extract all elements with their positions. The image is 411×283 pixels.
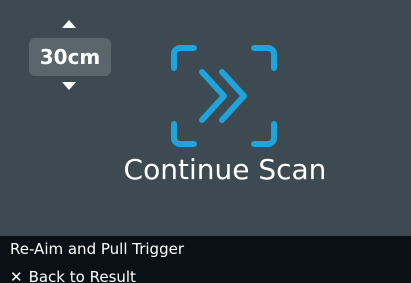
scanner-screen: 30cm Continue Scan Re-Aim and Pull Trigg… <box>0 0 411 283</box>
distance-value: 30cm <box>29 38 111 76</box>
triangle-down-icon[interactable] <box>62 82 76 90</box>
continue-scan-label: Continue Scan <box>123 153 327 186</box>
scan-forward-icon <box>171 45 277 147</box>
back-to-result-button[interactable]: ✕ Back to Result <box>10 267 136 283</box>
triangle-up-icon[interactable] <box>62 20 76 28</box>
close-x-icon: ✕ <box>10 268 23 283</box>
continue-scan-button[interactable]: Continue Scan <box>100 40 350 200</box>
back-to-result-label: Back to Result <box>28 268 136 283</box>
aim-hint-text: Re-Aim and Pull Trigger <box>10 240 184 258</box>
footer-bar: Re-Aim and Pull Trigger ✕ Back to Result <box>0 236 411 283</box>
